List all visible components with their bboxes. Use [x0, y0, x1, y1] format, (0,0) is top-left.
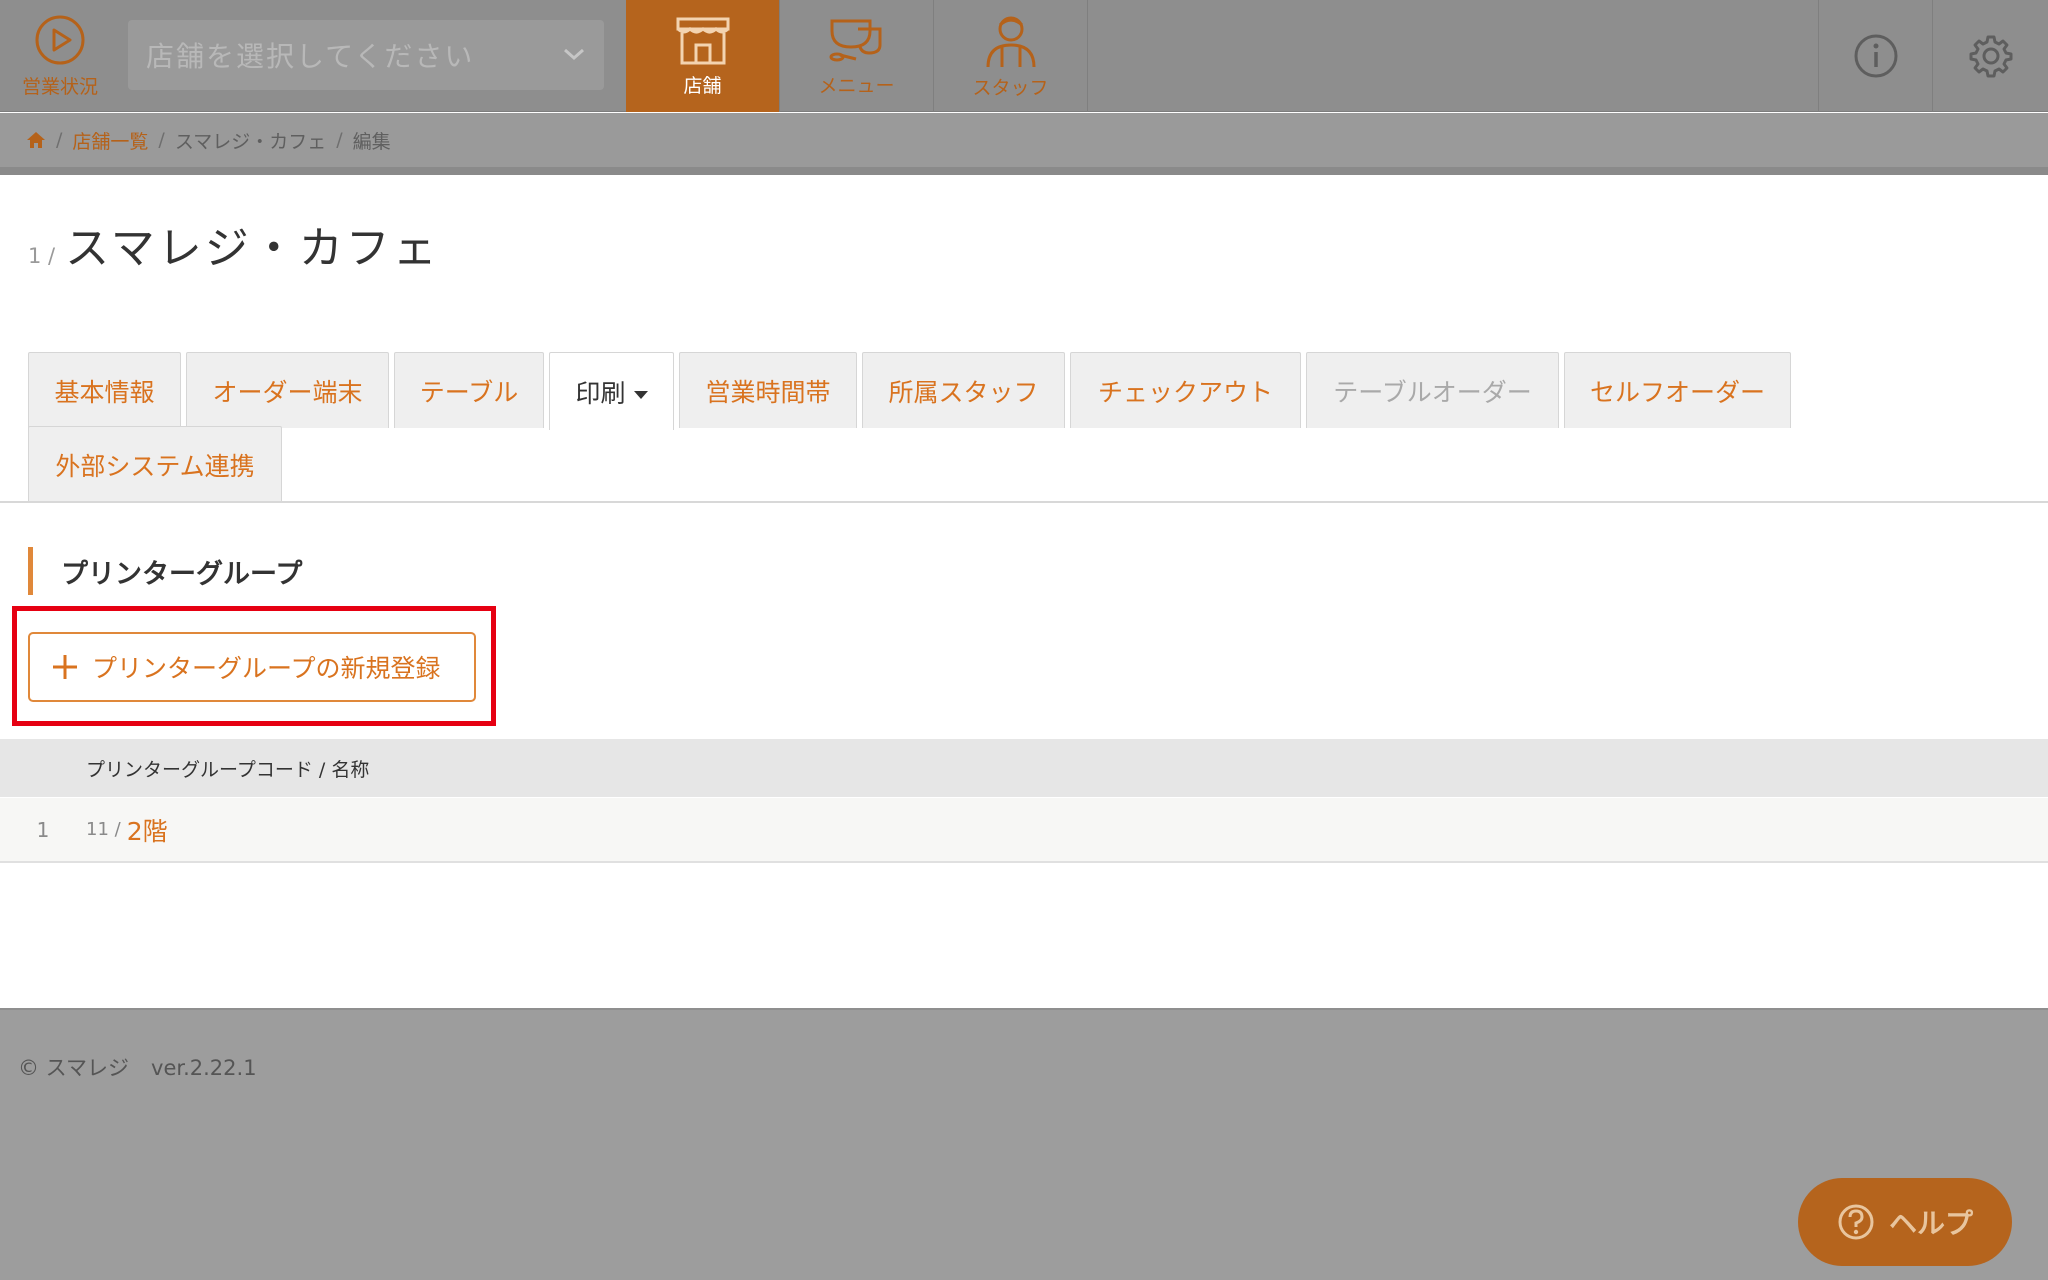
row-number: 1 [36, 817, 50, 842]
add-printer-group-label: プリンターグループの新規登録 [92, 654, 441, 683]
table-header-label: プリンターグループコード / 名称 [86, 758, 370, 781]
nav-tab-store-label: 店舗 [683, 74, 722, 97]
nav-tab-store[interactable]: 店舗 [626, 0, 780, 112]
footer: © スマレジ ver.2.22.1 [0, 1008, 2048, 1280]
breadcrumb-separator: / [158, 129, 165, 151]
page-title: 1 / スマレジ・カフェ [28, 212, 440, 276]
tab-table-order: テーブルオーダー [1306, 352, 1559, 428]
business-status-button[interactable]: 営業状況 [0, 0, 120, 112]
page-title-text: スマレジ・カフェ [65, 223, 440, 274]
breadcrumb-store-list[interactable]: 店舗一覧 [72, 127, 148, 154]
breadcrumb: / 店舗一覧 / スマレジ・カフェ / 編集 [0, 113, 2048, 175]
add-printer-group-button[interactable]: プリンターグループの新規登録 [28, 632, 476, 702]
tab-staff[interactable]: 所属スタッフ [862, 352, 1065, 428]
row-name-link[interactable]: 2階 [127, 812, 168, 848]
tab-checkout[interactable]: チェックアウト [1070, 352, 1301, 428]
tab-label: 印刷 [575, 378, 626, 408]
help-label: ヘルプ [1888, 1207, 1973, 1240]
tab-label: 営業時間帯 [705, 377, 831, 407]
play-circle-icon [35, 15, 85, 64]
chevron-down-icon [564, 48, 584, 61]
breadcrumb-store-name: スマレジ・カフェ [174, 130, 327, 153]
tab-table[interactable]: テーブル [394, 352, 544, 428]
nav-tab-staff[interactable]: スタッフ [934, 0, 1088, 112]
row-code: 11 / [86, 819, 121, 840]
caret-down-icon [633, 390, 648, 399]
breadcrumb-separator: / [336, 129, 343, 151]
tab-label: 外部システム連携 [55, 451, 255, 481]
tab-label: 所属スタッフ [888, 377, 1039, 407]
tab-label: オーダー端末 [212, 377, 363, 407]
settings-button[interactable] [1932, 0, 2048, 112]
section-title: プリンターグループ [28, 547, 302, 595]
tab-label: 基本情報 [54, 377, 155, 407]
tab-external-system[interactable]: 外部システム連携 [28, 426, 282, 502]
version-text: ver.2.22.1 [151, 1056, 257, 1080]
tab-label: セルフオーダー [1589, 377, 1765, 407]
info-icon [1854, 34, 1897, 78]
page-title-index: 1 / [28, 244, 56, 268]
tab-order-terminal[interactable]: オーダー端末 [186, 352, 389, 428]
store-select[interactable]: 店舗を選択してください [128, 20, 604, 90]
nav-tab-staff-label: スタッフ [972, 76, 1049, 99]
footer-copyright: © スマレジ ver.2.22.1 [18, 1052, 257, 1082]
info-button[interactable] [1818, 0, 1932, 112]
table-row[interactable]: 1 11 / 2階 [0, 798, 2048, 863]
breadcrumb-separator: / [56, 129, 63, 151]
nav-tab-menu-label: メニュー [818, 74, 895, 97]
tab-divider [0, 501, 2048, 503]
tab-label: テーブルオーダー [1333, 377, 1532, 407]
copyright-text: © スマレジ [18, 1056, 130, 1080]
tab-label: チェックアウト [1097, 377, 1273, 407]
store-select-placeholder: 店舗を選択してください [146, 40, 475, 73]
home-icon[interactable] [26, 131, 46, 149]
tab-label: テーブル [419, 377, 519, 407]
tab-business-hours[interactable]: 営業時間帯 [679, 352, 857, 428]
storefront-icon [676, 17, 729, 64]
tab-print[interactable]: 印刷 [549, 352, 674, 430]
staff-person-icon [986, 16, 1035, 67]
tab-basic-info[interactable]: 基本情報 [28, 352, 181, 428]
nav-tab-menu[interactable]: メニュー [780, 0, 934, 112]
top-header: 営業状況 店舗を選択してください 店舗 メニュー スタッフ [0, 0, 2048, 112]
plus-icon [50, 652, 80, 682]
table-header: プリンターグループコード / 名称 [0, 739, 2048, 797]
help-button[interactable]: ヘルプ [1798, 1178, 2012, 1266]
gear-icon [1969, 35, 2012, 78]
tab-self-order[interactable]: セルフオーダー [1564, 352, 1791, 428]
question-circle-icon [1837, 1203, 1875, 1241]
business-status-label: 営業状況 [21, 75, 98, 98]
coffee-cup-icon [829, 19, 881, 61]
breadcrumb-edit: 編集 [352, 130, 391, 153]
